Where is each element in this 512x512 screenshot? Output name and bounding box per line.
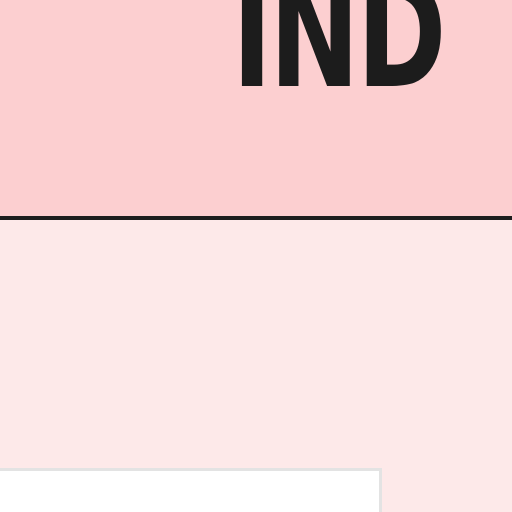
header-banner: IND — [0, 0, 512, 216]
page: IND — [0, 0, 512, 512]
content-card — [0, 468, 382, 512]
content-area — [0, 220, 512, 512]
page-title: IND — [232, 0, 446, 122]
